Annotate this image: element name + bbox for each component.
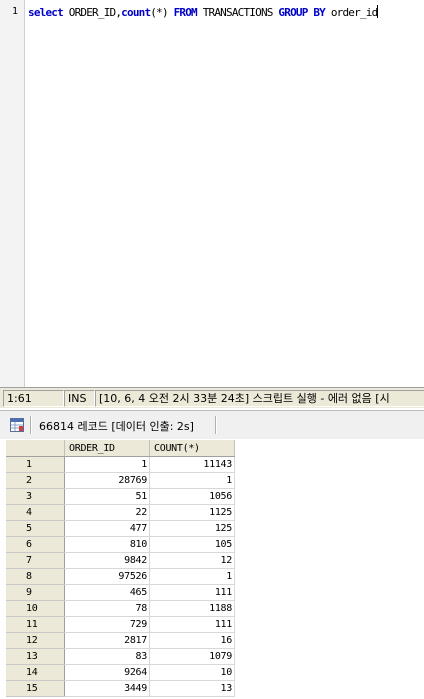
table-row[interactable]: 4 22 1125 (6, 504, 235, 521)
row-number-cell: 11 (6, 616, 65, 633)
order-id-cell[interactable]: 97526 (64, 568, 150, 585)
order-id-cell[interactable]: 51 (64, 488, 150, 505)
row-number-cell: 5 (6, 520, 65, 537)
table-row[interactable]: 10 78 1188 (6, 600, 235, 617)
cursor-position: 1:61 (3, 390, 64, 407)
grid-header-row: ORDER_ID COUNT(*) (6, 440, 235, 457)
sql-keyword-group-by: GROUP BY (278, 6, 326, 19)
status-bar: 1:61 INS [10, 6, 4 오전 2시 33분 24초] 스크립트 실… (0, 387, 424, 408)
row-number-cell: 10 (6, 600, 65, 617)
order-id-cell[interactable]: 9842 (64, 552, 150, 569)
text-caret (377, 5, 379, 18)
results-grid[interactable]: ORDER_ID COUNT(*) 1 1 11143 2 28769 1 3 51 1056 4… (6, 440, 235, 697)
table-row[interactable]: 8 97526 1 (6, 568, 235, 585)
sql-keyword-select: select (28, 6, 64, 19)
insert-mode-indicator: INS (64, 390, 95, 407)
grid-view-icon[interactable] (10, 418, 24, 432)
row-number-cell: 8 (6, 568, 65, 585)
line-number: 1 (12, 6, 19, 17)
sql-code-line[interactable]: select ORDER_ID,count(*) FROM TRANSACTIO… (28, 5, 379, 19)
line-number-gutter: 1 (0, 0, 25, 387)
row-number-cell: 13 (6, 648, 65, 665)
grid-body: 1 1 11143 2 28769 1 3 51 1056 4 22 1125 5 477 125 6 810 1… (6, 456, 235, 697)
sql-group-column: order_id (330, 6, 378, 19)
table-row[interactable]: 11 729 111 (6, 616, 235, 633)
order-id-cell[interactable]: 78 (64, 600, 150, 617)
table-row[interactable]: 3 51 1056 (6, 488, 235, 505)
results-toolbar: 66814 레코드 [데이터 인출: 2s] (0, 410, 424, 439)
toolbar-separator (30, 416, 32, 434)
column-header-count[interactable]: COUNT(*) (149, 440, 235, 457)
count-cell[interactable]: 1079 (149, 648, 235, 665)
table-row[interactable]: 12 2817 16 (6, 632, 235, 649)
count-cell[interactable]: 11143 (149, 456, 235, 473)
order-id-cell[interactable]: 28769 (64, 472, 150, 489)
row-number-cell: 14 (6, 664, 65, 681)
order-id-cell[interactable]: 729 (64, 616, 150, 633)
table-row[interactable]: 14 9264 10 (6, 664, 235, 681)
order-id-cell[interactable]: 9264 (64, 664, 150, 681)
order-id-cell[interactable]: 22 (64, 504, 150, 521)
status-message: [10, 6, 4 오전 2시 33분 24초] 스크립트 실행 - 에러 없음… (95, 390, 424, 407)
row-number-cell: 15 (6, 680, 65, 697)
column-header-order-id[interactable]: ORDER_ID (64, 440, 150, 457)
table-row[interactable]: 2 28769 1 (6, 472, 235, 489)
table-row[interactable]: 15 3449 13 (6, 680, 235, 697)
table-row[interactable]: 9 465 111 (6, 584, 235, 601)
count-cell[interactable]: 12 (149, 552, 235, 569)
order-id-cell[interactable]: 1 (64, 456, 150, 473)
count-cell[interactable]: 13 (149, 680, 235, 697)
row-number-cell: 12 (6, 632, 65, 649)
count-cell[interactable]: 1 (149, 472, 235, 489)
table-row[interactable]: 7 9842 12 (6, 552, 235, 569)
sql-count-args: (*) (150, 6, 168, 19)
count-cell[interactable]: 16 (149, 632, 235, 649)
count-cell[interactable]: 111 (149, 616, 235, 633)
count-cell[interactable]: 10 (149, 664, 235, 681)
table-row[interactable]: 1 1 11143 (6, 456, 235, 473)
row-number-cell: 3 (6, 488, 65, 505)
table-row[interactable]: 13 83 1079 (6, 648, 235, 665)
count-cell[interactable]: 1056 (149, 488, 235, 505)
row-number-cell: 6 (6, 536, 65, 553)
count-cell[interactable]: 111 (149, 584, 235, 601)
order-id-cell[interactable]: 477 (64, 520, 150, 537)
count-cell[interactable]: 105 (149, 536, 235, 553)
order-id-cell[interactable]: 465 (64, 584, 150, 601)
table-row[interactable]: 5 477 125 (6, 520, 235, 537)
row-number-header (6, 440, 65, 457)
row-number-cell: 9 (6, 584, 65, 601)
count-cell[interactable]: 1125 (149, 504, 235, 521)
order-id-cell[interactable]: 83 (64, 648, 150, 665)
row-number-cell: 2 (6, 472, 65, 489)
count-cell[interactable]: 1188 (149, 600, 235, 617)
sql-column-order-id: ORDER_ID, (68, 6, 122, 19)
order-id-cell[interactable]: 2817 (64, 632, 150, 649)
table-row[interactable]: 6 810 105 (6, 536, 235, 553)
count-cell[interactable]: 1 (149, 568, 235, 585)
toolbar-separator (215, 416, 217, 434)
row-number-cell: 1 (6, 456, 65, 473)
order-id-cell[interactable]: 810 (64, 536, 150, 553)
results-pane: 66814 레코드 [데이터 인출: 2s] ORDER_ID COUNT(*)… (0, 410, 424, 699)
sql-table-name: TRANSACTIONS (202, 6, 274, 19)
row-number-cell: 4 (6, 504, 65, 521)
order-id-cell[interactable]: 3449 (64, 680, 150, 697)
sql-keyword-from: FROM (173, 6, 198, 19)
count-cell[interactable]: 125 (149, 520, 235, 537)
sql-editor[interactable]: 1 select ORDER_ID,count(*) FROM TRANSACT… (0, 0, 424, 387)
record-count-label: 66814 레코드 [데이터 인출: 2s] (39, 420, 194, 433)
row-number-cell: 7 (6, 552, 65, 569)
sql-function-count: count (121, 6, 151, 19)
